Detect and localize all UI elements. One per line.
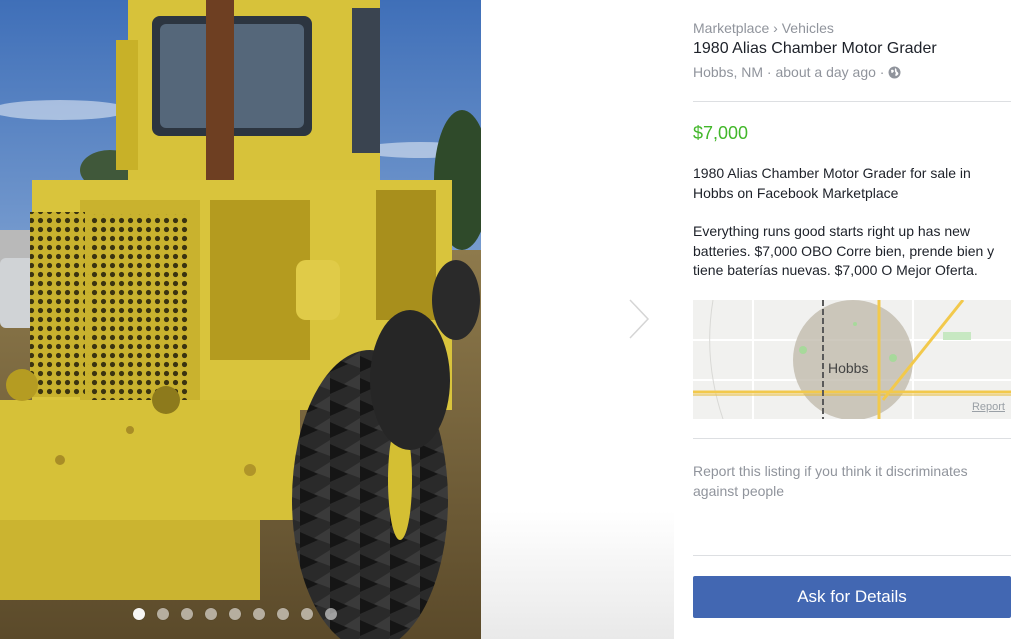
ask-for-details-button[interactable]: Ask for Details [693, 576, 1011, 618]
listing-time: about a day ago [775, 64, 876, 80]
globe-icon [888, 66, 901, 79]
media-viewer [0, 0, 674, 639]
listing-location[interactable]: Hobbs, NM [693, 64, 763, 80]
listing-title: 1980 Alias Chamber Motor Grader [693, 40, 937, 57]
pagination-dot[interactable] [205, 608, 217, 620]
breadcrumb-separator: › [773, 20, 778, 36]
breadcrumb-vehicles[interactable]: Vehicles [782, 20, 834, 36]
pagination-dot[interactable] [181, 608, 193, 620]
chevron-right-icon [628, 298, 651, 340]
next-photo-button[interactable] [622, 296, 656, 342]
pagination-dot[interactable] [157, 608, 169, 620]
pagination-dot[interactable] [229, 608, 241, 620]
pagination-dot[interactable] [133, 608, 145, 620]
pagination-dot[interactable] [277, 608, 289, 620]
listing-price: $7,000 [693, 123, 749, 143]
listing-details-panel: Marketplace › Vehicles 1980 Alias Chambe… [674, 0, 1011, 639]
breadcrumb: Marketplace › Vehicles [693, 20, 834, 36]
map-city-label: Hobbs [828, 360, 869, 376]
divider [693, 101, 1011, 102]
listing-photo[interactable] [0, 0, 481, 639]
breadcrumb-marketplace[interactable]: Marketplace [693, 20, 769, 36]
listing-description: Everything runs good starts right up has… [693, 223, 995, 278]
listing-meta: Hobbs, NM · about a day ago · [693, 64, 901, 80]
report-listing-link[interactable]: Report this listing if you think it disc… [693, 462, 993, 501]
pagination-dot[interactable] [301, 608, 313, 620]
pagination-dot[interactable] [325, 608, 337, 620]
divider [693, 438, 1011, 439]
pagination-dot[interactable] [253, 608, 265, 620]
location-map[interactable]: Hobbs Report [693, 300, 1011, 419]
map-report-link[interactable]: Report [972, 401, 1005, 413]
listing-description-summary: 1980 Alias Chamber Motor Grader for sale… [693, 165, 971, 201]
divider [693, 555, 1011, 556]
photo-pagination [133, 608, 337, 620]
meta-separator: · [879, 64, 885, 80]
